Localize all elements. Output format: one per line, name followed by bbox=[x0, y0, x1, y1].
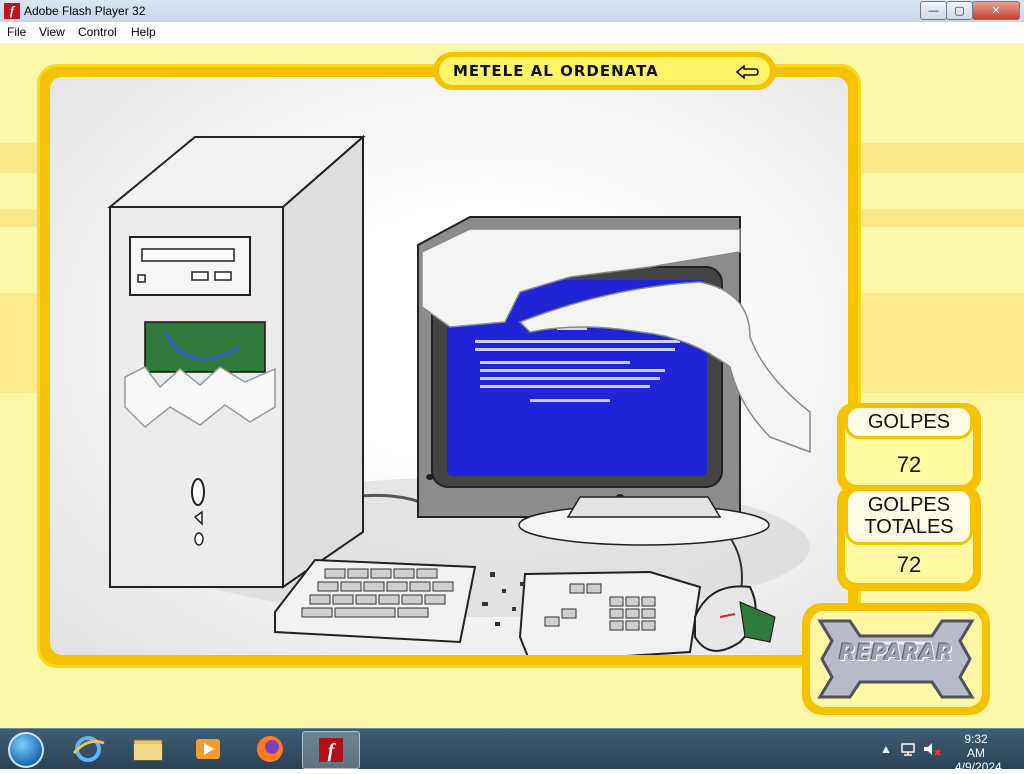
clock-time: 9:32 AM bbox=[964, 732, 988, 760]
close-button[interactable]: ✕ bbox=[972, 1, 1020, 20]
firefox-icon[interactable] bbox=[242, 731, 298, 767]
menu-file[interactable]: File bbox=[7, 25, 26, 39]
crt-monitor[interactable] bbox=[417, 216, 811, 546]
menu-bar: File View Control Help bbox=[0, 22, 1024, 44]
flash-player-icon[interactable]: f bbox=[302, 731, 360, 769]
flash-player-icon: f bbox=[4, 3, 20, 19]
golpes-totales-label-line1: GOLPES bbox=[867, 494, 951, 516]
window-title: Adobe Flash Player 32 bbox=[24, 4, 146, 18]
golpes-label: GOLPES bbox=[845, 405, 973, 439]
game-title-banner: METELE AL ORDENATA bbox=[433, 52, 776, 90]
volume-muted-icon[interactable] bbox=[922, 741, 942, 757]
repair-button[interactable]: REPARAR bbox=[802, 603, 990, 715]
golpes-totales-label-line2: TOTALES bbox=[864, 516, 954, 538]
show-hidden-icons-icon[interactable]: ▲ bbox=[880, 742, 892, 756]
menu-control[interactable]: Control bbox=[78, 25, 117, 39]
game-title: METELE AL ORDENATA bbox=[453, 62, 659, 80]
media-player-icon[interactable] bbox=[180, 731, 236, 767]
maximize-button[interactable]: ▢ bbox=[946, 1, 973, 20]
network-icon[interactable] bbox=[900, 741, 918, 757]
smashed-computer-illustration[interactable] bbox=[50, 77, 848, 655]
pc-tower[interactable] bbox=[107, 134, 366, 589]
repair-label: REPARAR bbox=[838, 641, 953, 666]
title-bar: f Adobe Flash Player 32 — ▢ ✕ bbox=[0, 0, 1024, 23]
minimize-button[interactable]: — bbox=[920, 1, 947, 20]
back-arrow-icon[interactable] bbox=[735, 65, 759, 79]
flash-stage: METELE AL ORDENATA GOLPES 72 GOLPES TOTA… bbox=[0, 43, 1024, 728]
golpes-totales-label: GOLPES TOTALES bbox=[845, 488, 973, 545]
start-button[interactable] bbox=[8, 732, 44, 768]
clock-date: 4/9/2024 bbox=[955, 760, 1002, 774]
golpes-totales-value: 72 bbox=[896, 552, 922, 577]
golpes-totales-panel: GOLPES TOTALES 72 bbox=[837, 486, 981, 591]
golpes-value: 72 bbox=[896, 452, 922, 477]
game-frame: METELE AL ORDENATA bbox=[37, 52, 861, 668]
file-explorer-icon[interactable] bbox=[120, 731, 176, 767]
golpes-panel: GOLPES 72 bbox=[837, 403, 981, 493]
taskbar: f ▲ 9:32 AM 4/9/2024 bbox=[0, 728, 1024, 774]
game-scene[interactable] bbox=[50, 77, 848, 655]
menu-view[interactable]: View bbox=[39, 25, 65, 39]
internet-explorer-icon[interactable] bbox=[60, 731, 116, 767]
menu-help[interactable]: Help bbox=[131, 25, 156, 39]
